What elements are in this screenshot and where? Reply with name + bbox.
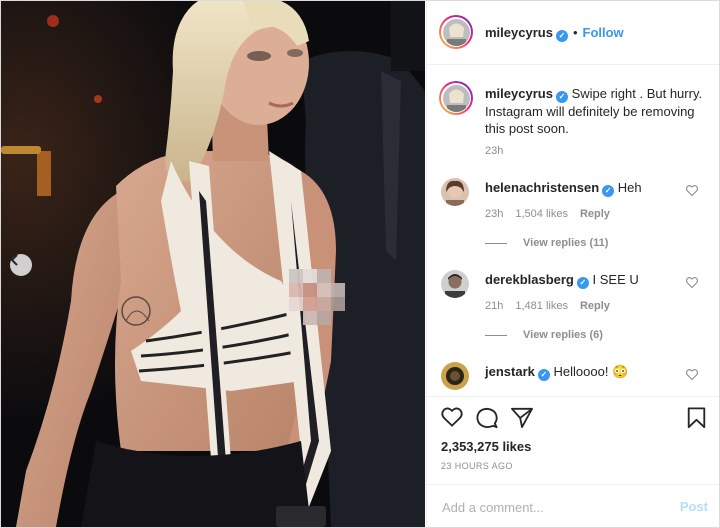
follow-button[interactable]: Follow [583, 25, 624, 40]
post-side-panel: mileycyrus ✓ • Follow mileycyrus ✓ Swipe… [426, 1, 719, 527]
avatar[interactable] [439, 15, 473, 49]
reply-button[interactable]: Reply [580, 300, 610, 312]
divider-line [485, 334, 507, 336]
view-replies-label: View replies (6) [523, 329, 603, 341]
photo-illustration [1, 1, 425, 527]
avatar-image [442, 84, 470, 112]
verified-badge-icon: ✓ [576, 276, 589, 289]
add-comment-bar: Post [427, 484, 719, 527]
view-replies-label: View replies (11) [523, 237, 609, 249]
post-header: mileycyrus ✓ • Follow [427, 1, 719, 65]
comment-avatar[interactable] [441, 178, 469, 206]
comment-text: I SEE U [592, 272, 639, 287]
comments-list[interactable]: mileycyrus ✓ Swipe right . But hurry. Ins… [427, 65, 719, 396]
likes-count[interactable]: 2,353,275 likes [441, 439, 531, 454]
heart-icon[interactable] [686, 277, 698, 288]
post-timestamp[interactable]: 23 HOURS AGO [441, 461, 513, 471]
comment-icon[interactable] [476, 407, 498, 429]
verified-badge-icon: ✓ [555, 90, 568, 103]
header-username[interactable]: mileycyrus [485, 25, 553, 40]
caption: mileycyrus ✓ Swipe right . But hurry. Ins… [485, 85, 707, 137]
view-replies-button[interactable]: View replies (11) [485, 237, 608, 249]
comment-input[interactable] [440, 495, 664, 519]
avatar-image [441, 362, 469, 390]
comment-username[interactable]: jenstark [485, 364, 535, 379]
instagram-post: mileycyrus ✓ • Follow mileycyrus ✓ Swipe… [0, 0, 720, 528]
comment-avatar[interactable] [441, 270, 469, 298]
paper-plane-icon[interactable] [511, 407, 533, 428]
post-comment-button[interactable]: Post [680, 499, 708, 514]
verified-badge-icon: ✓ [537, 368, 550, 381]
previous-slide-button[interactable] [10, 254, 32, 276]
verified-badge-icon: ✓ [602, 184, 615, 197]
comment-text: Heh [617, 180, 642, 195]
heart-icon[interactable] [686, 369, 698, 380]
reply-button[interactable]: Reply [580, 208, 610, 220]
separator-dot: • [572, 25, 578, 40]
chevron-left-icon [10, 254, 18, 266]
comment-username[interactable]: derekblasberg [485, 272, 574, 287]
comment-avatar[interactable] [441, 362, 469, 390]
post-photo[interactable] [1, 1, 425, 527]
divider-line [485, 242, 507, 244]
heart-icon[interactable] [441, 407, 463, 427]
caption-username[interactable]: mileycyrus [485, 86, 553, 101]
avatar-image [441, 270, 469, 298]
caption-time: 23h [485, 145, 504, 157]
comment-text: Helloooo! 😳 [553, 364, 629, 379]
view-replies-button[interactable]: View replies (6) [485, 329, 603, 341]
heart-icon[interactable] [686, 185, 698, 196]
avatar-image [441, 178, 469, 206]
caption-avatar[interactable] [439, 81, 473, 115]
post-actions: 2,353,275 likes 23 HOURS AGO [427, 396, 719, 485]
comment-likes[interactable]: 1,481 likes [515, 300, 568, 312]
bookmark-icon[interactable] [687, 407, 706, 429]
comment-username[interactable]: helenachristensen [485, 180, 599, 195]
avatar-image [442, 18, 470, 46]
comment-time: 21h [485, 300, 504, 312]
comment-likes[interactable]: 1,504 likes [515, 208, 568, 220]
comment-time: 23h [485, 208, 504, 220]
verified-badge-icon: ✓ [555, 29, 568, 42]
